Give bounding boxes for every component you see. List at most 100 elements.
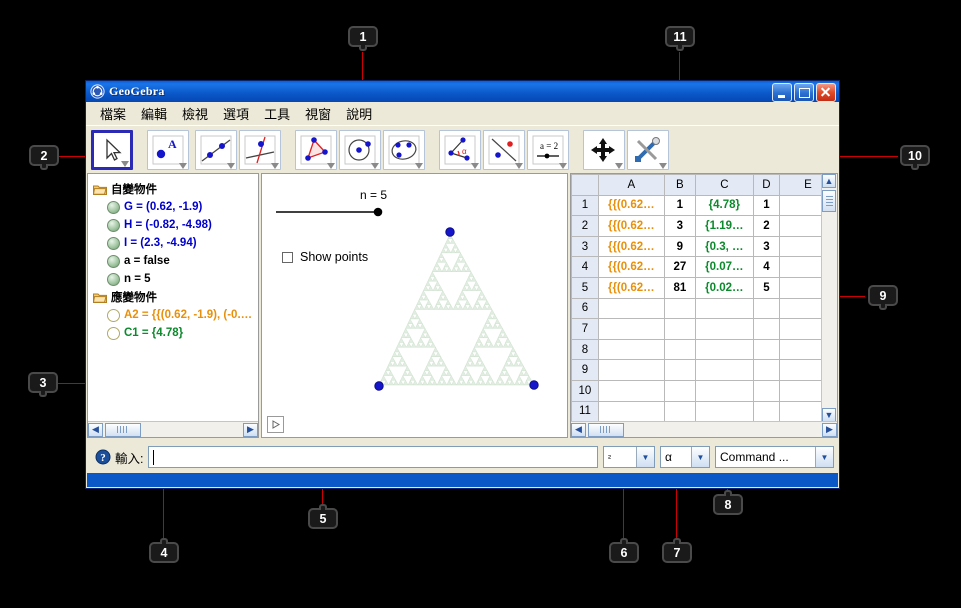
column-header-a[interactable]: A xyxy=(597,174,665,196)
algebra-group-free[interactable]: 自變物件 xyxy=(92,180,254,198)
visibility-dot-icon[interactable] xyxy=(107,254,120,268)
scroll-down-arrow-icon[interactable]: ▼ xyxy=(822,408,836,422)
cell-c5[interactable]: {0.02… xyxy=(694,276,754,299)
cell-c10[interactable] xyxy=(694,379,754,402)
algebra-item-n[interactable]: n = 5 xyxy=(93,270,254,288)
polygon-tool[interactable] xyxy=(295,129,337,170)
algebra-item-g[interactable]: G = (0.62, -1.9) xyxy=(93,198,254,216)
row-header[interactable]: 2 xyxy=(571,215,599,237)
cell-b7[interactable] xyxy=(663,318,696,340)
chevron-down-icon[interactable]: ▼ xyxy=(691,447,709,467)
cell-d5[interactable]: 5 xyxy=(752,276,780,299)
menu-tools[interactable]: 工具 xyxy=(258,102,296,125)
cell-d11[interactable] xyxy=(752,400,780,423)
line-tool[interactable] xyxy=(195,129,237,170)
visibility-dot-icon[interactable] xyxy=(107,236,120,250)
row-header[interactable]: 1 xyxy=(571,194,599,217)
reflect-tool[interactable] xyxy=(483,129,525,170)
row-header[interactable]: 11 xyxy=(571,400,599,423)
move-view-tool[interactable] xyxy=(583,129,625,170)
cell-c3[interactable]: {0.3, … xyxy=(694,235,754,258)
custom-tools[interactable] xyxy=(627,129,669,170)
scrollbar-thumb[interactable] xyxy=(105,422,141,437)
cell-a3[interactable]: {{(0.62… xyxy=(597,235,665,258)
visibility-dot-icon[interactable] xyxy=(107,200,120,214)
cell-b2[interactable]: 3 xyxy=(663,215,696,237)
cell-d6[interactable] xyxy=(752,297,780,320)
cell-b5[interactable]: 81 xyxy=(663,276,696,299)
cell-d7[interactable] xyxy=(752,318,780,340)
move-tool[interactable] xyxy=(91,129,133,170)
perpendicular-tool[interactable] xyxy=(239,129,281,170)
row-header[interactable]: 7 xyxy=(571,318,599,340)
row-header[interactable]: 10 xyxy=(571,379,599,402)
menu-help[interactable]: 說明 xyxy=(340,102,378,125)
algebra-group-dependent[interactable]: 應變物件 xyxy=(92,288,254,306)
menu-view[interactable]: 檢視 xyxy=(176,102,214,125)
cell-c2[interactable]: {1.19… xyxy=(694,215,754,237)
input-field[interactable] xyxy=(148,446,598,468)
row-header[interactable]: 8 xyxy=(571,338,599,361)
algebra-item-i[interactable]: I = (2.3, -4.94) xyxy=(93,234,254,252)
visibility-dot-icon[interactable] xyxy=(107,272,120,286)
algebra-item-h[interactable]: H = (-0.82, -4.98) xyxy=(93,216,254,234)
show-points-checkbox-group[interactable]: Show points xyxy=(282,250,368,264)
cell-a2[interactable]: {{(0.62… xyxy=(597,215,665,237)
menu-window[interactable]: 視窗 xyxy=(299,102,337,125)
cell-d9[interactable] xyxy=(752,359,780,381)
algebra-item-a[interactable]: a = false xyxy=(93,252,254,270)
maximize-button[interactable] xyxy=(794,83,814,102)
point-tool[interactable]: A xyxy=(147,129,189,170)
cell-c11[interactable] xyxy=(694,400,754,423)
column-header-c[interactable]: C xyxy=(694,174,754,196)
show-points-checkbox[interactable] xyxy=(282,251,293,263)
visibility-dot-icon[interactable] xyxy=(107,308,120,322)
row-header[interactable]: 6 xyxy=(571,297,599,320)
cell-b1[interactable]: 1 xyxy=(663,194,696,217)
cell-a8[interactable] xyxy=(597,338,665,361)
cell-c1[interactable]: {4.78} xyxy=(694,194,754,217)
cell-d2[interactable]: 2 xyxy=(752,215,780,237)
slider-tool[interactable]: a = 2 xyxy=(527,129,569,170)
greek-letter-dropdown[interactable]: α ▼ xyxy=(660,446,710,468)
cell-c9[interactable] xyxy=(694,359,754,381)
row-header[interactable]: 5 xyxy=(571,276,599,299)
cell-a4[interactable]: {{(0.62… xyxy=(597,256,665,278)
animation-play-button[interactable] xyxy=(267,416,284,433)
corner-cell[interactable] xyxy=(571,174,599,196)
spreadsheet-horizontal-scrollbar[interactable]: ◀ ▶ xyxy=(571,421,837,437)
cell-b10[interactable] xyxy=(663,379,696,402)
angle-tool[interactable]: α xyxy=(439,129,481,170)
cell-a9[interactable] xyxy=(597,359,665,381)
cell-a7[interactable] xyxy=(597,318,665,340)
column-header-d[interactable]: D xyxy=(752,174,780,196)
cell-c6[interactable] xyxy=(694,297,754,320)
cell-d10[interactable] xyxy=(752,379,780,402)
cell-b11[interactable] xyxy=(663,400,696,423)
visibility-dot-icon[interactable] xyxy=(107,326,120,340)
spreadsheet-view[interactable]: A B C D E 1 {{(0.62… 1 {4.78} 1 2 {{(0.62… 3 {1… xyxy=(570,173,838,438)
row-header[interactable]: 9 xyxy=(571,359,599,381)
vscrollbar-thumb[interactable] xyxy=(822,190,836,212)
question-mark-icon[interactable]: ? xyxy=(95,449,111,465)
cell-d1[interactable]: 1 xyxy=(752,194,780,217)
chevron-down-icon[interactable]: ▼ xyxy=(636,447,654,467)
cell-b8[interactable] xyxy=(663,338,696,361)
spreadsheet-vertical-scrollbar[interactable]: ▲ ▼ xyxy=(821,174,837,422)
command-dropdown[interactable]: Command ... ▼ xyxy=(715,446,834,468)
exponent-dropdown[interactable]: ² ▼ xyxy=(603,446,655,468)
menu-edit[interactable]: 編輯 xyxy=(135,102,173,125)
graphics-canvas[interactable]: n = 5 Show points xyxy=(262,174,567,437)
visibility-dot-icon[interactable] xyxy=(107,218,120,232)
cell-a11[interactable] xyxy=(597,400,665,423)
algebra-horizontal-scrollbar[interactable]: ◀ ▶ xyxy=(88,421,258,437)
chevron-down-icon[interactable]: ▼ xyxy=(815,447,833,467)
cell-a6[interactable] xyxy=(597,297,665,320)
graphics-view[interactable]: n = 5 Show points xyxy=(261,173,568,438)
scrollbar-thumb[interactable] xyxy=(588,422,624,437)
column-header-b[interactable]: B xyxy=(663,174,696,196)
close-button[interactable] xyxy=(816,83,836,102)
cell-b3[interactable]: 9 xyxy=(663,235,696,258)
menu-options[interactable]: 選項 xyxy=(217,102,255,125)
cell-d4[interactable]: 4 xyxy=(752,256,780,278)
